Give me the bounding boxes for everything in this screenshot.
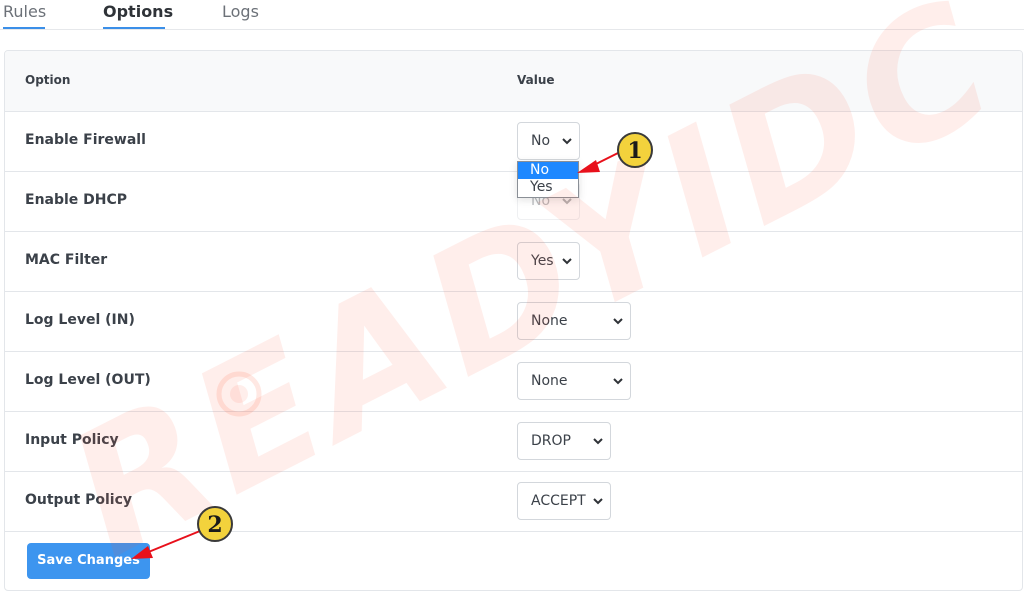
options-card: Option Value Enable Firewall No Enable D… <box>4 50 1023 591</box>
table-row: Input Policy DROP <box>5 412 1022 472</box>
table-header: Option Value <box>5 51 1022 112</box>
input-policy-select[interactable]: DROP <box>517 422 611 460</box>
chevron-down-icon <box>562 258 572 265</box>
select-value: DROP <box>531 433 571 449</box>
select-value: No <box>531 133 551 149</box>
output-policy-select[interactable]: ACCEPT <box>517 482 611 520</box>
column-header-value: Value <box>517 73 555 87</box>
save-changes-button[interactable]: Save Changes <box>27 543 150 579</box>
column-header-option: Option <box>25 73 71 87</box>
enable-firewall-select[interactable]: No <box>517 122 580 160</box>
table-row: MAC Filter Yes <box>5 232 1022 292</box>
select-value: None <box>531 313 568 329</box>
table-row: Log Level (IN) None <box>5 292 1022 352</box>
table-row: Enable Firewall No <box>5 112 1022 172</box>
dropdown-option-yes[interactable]: Yes <box>518 179 578 196</box>
chevron-down-icon <box>593 438 603 445</box>
row-label: Output Policy <box>25 492 133 508</box>
row-label: Enable DHCP <box>25 192 128 208</box>
tab-bar: Rules Options Logs <box>0 0 1024 30</box>
chevron-down-icon <box>562 138 572 145</box>
tab-logs[interactable]: Logs <box>222 0 262 29</box>
firewall-options-dropdown: No Yes <box>517 161 579 198</box>
row-label: Log Level (IN) <box>25 312 135 328</box>
log-level-out-select[interactable]: None <box>517 362 631 400</box>
mac-filter-select[interactable]: Yes <box>517 242 580 280</box>
row-label: Enable Firewall <box>25 132 146 148</box>
select-value: None <box>531 373 568 389</box>
select-value: Yes <box>531 253 554 269</box>
row-label: Input Policy <box>25 432 119 448</box>
table-row: Enable DHCP No <box>5 172 1022 232</box>
tab-rules[interactable]: Rules <box>3 0 46 29</box>
chevron-down-icon <box>593 498 603 505</box>
chevron-down-icon <box>613 378 623 385</box>
select-value: ACCEPT <box>531 493 586 509</box>
dropdown-option-no[interactable]: No <box>518 162 578 179</box>
log-level-in-select[interactable]: None <box>517 302 631 340</box>
tab-options[interactable]: Options <box>103 0 173 29</box>
table-row: Log Level (OUT) None <box>5 352 1022 412</box>
table-row: Output Policy ACCEPT <box>5 472 1022 532</box>
chevron-down-icon <box>613 318 623 325</box>
row-label: Log Level (OUT) <box>25 372 151 388</box>
row-label: MAC Filter <box>25 252 108 268</box>
